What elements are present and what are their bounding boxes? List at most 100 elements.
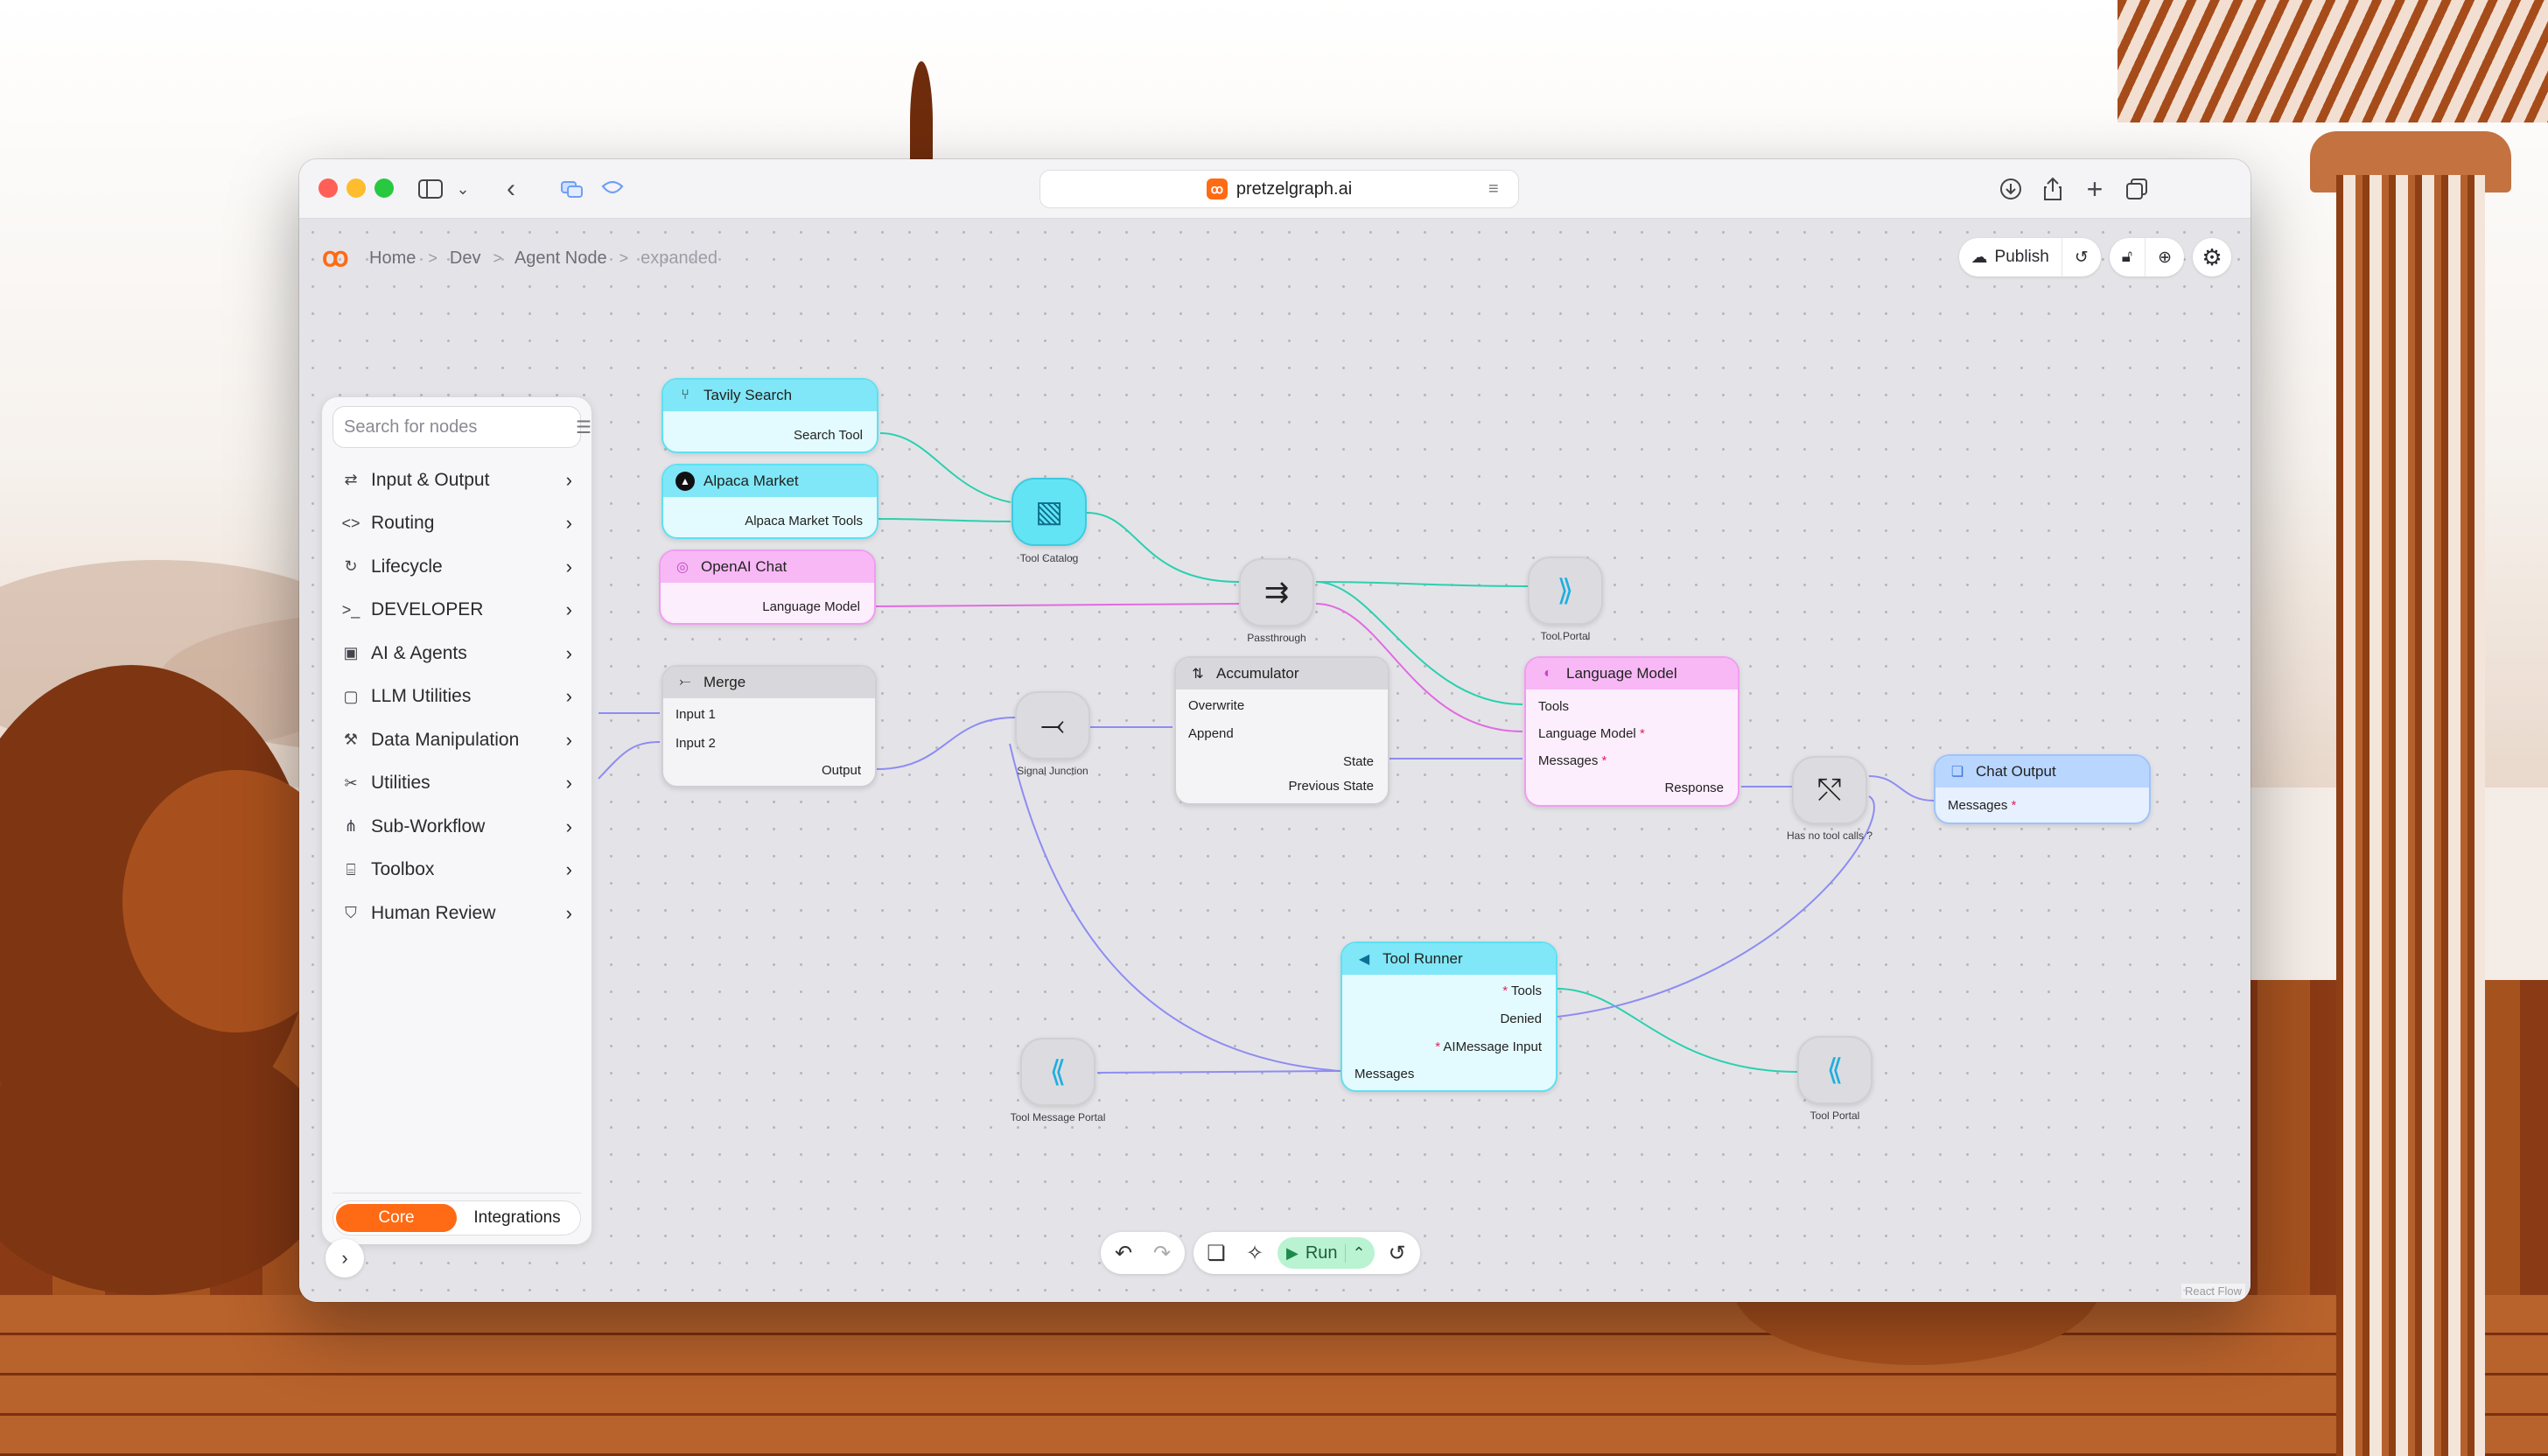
label-signal-junction: Signal Junction — [1017, 765, 1088, 777]
category-human-review[interactable]: ⛉ Human Review › — [332, 892, 581, 935]
bottom-toolbar: ↶ ↷ ❏ ✧ ▶ Run ⌃ ↺ — [1101, 1232, 1420, 1274]
chevron-right-icon: › — [565, 555, 572, 578]
maximize-window-button[interactable] — [374, 178, 394, 198]
node-accumulator[interactable]: ⇅ Accumulator Overwrite Append State Pre… — [1174, 656, 1390, 805]
download-icon[interactable] — [1997, 175, 2025, 203]
arrow-right-icon: ⇉ — [1264, 576, 1290, 609]
gear-icon: ⚙ — [2202, 243, 2222, 270]
redo-icon[interactable]: ↷ — [1146, 1237, 1178, 1269]
chevron-down-icon[interactable]: ⌄ — [453, 177, 472, 201]
node-tool-portal-bottom[interactable]: ⟪ — [1797, 1036, 1872, 1104]
sparkle-icon[interactable]: ✧ — [1239, 1237, 1270, 1269]
minimize-window-button[interactable] — [346, 178, 366, 198]
port-tools[interactable]: * Tools — [1502, 984, 1542, 998]
node-signal-junction[interactable]: ⤙ — [1015, 691, 1090, 760]
port-messages[interactable]: Messages — [1354, 1067, 1414, 1082]
chat-icon[interactable]: ❏ — [1200, 1237, 1232, 1269]
share-icon[interactable] — [2039, 175, 2067, 203]
node-tool-portal-top[interactable]: ⟫ — [1528, 556, 1603, 625]
run-button[interactable]: ▶ Run ⌃ — [1278, 1237, 1375, 1269]
node-passthrough[interactable]: ⇉ — [1239, 558, 1314, 626]
node-tool-catalog[interactable]: ▧ — [1012, 478, 1087, 546]
publish-button[interactable]: ☁ Publish — [1959, 238, 2062, 276]
privacy-shield-icon[interactable] — [598, 175, 626, 203]
category-utilities[interactable]: ✂ Utilities › — [332, 762, 581, 806]
filter-icon[interactable]: ☰ — [576, 416, 592, 438]
port-append[interactable]: Append — [1188, 726, 1234, 741]
tabs-overview-icon[interactable] — [2123, 175, 2151, 203]
port-input-1[interactable]: Input 1 — [676, 707, 716, 722]
merge-icon: ⤚ — [679, 675, 691, 690]
new-tab-icon[interactable]: + — [2081, 173, 2109, 205]
undo-icon[interactable]: ↶ — [1108, 1237, 1139, 1269]
node-chat-output[interactable]: ❏ Chat Output Messages * — [1934, 754, 2151, 824]
port-alpaca-market-tools[interactable]: Alpaca Market Tools — [745, 514, 863, 528]
tab-overview-icon[interactable] — [558, 175, 586, 203]
category-data-manipulation[interactable]: ⚒ Data Manipulation › — [332, 718, 581, 762]
port-messages[interactable]: Messages * — [1538, 753, 1606, 768]
port-messages[interactable]: Messages * — [1948, 798, 2016, 813]
port-search-tool[interactable]: Search Tool — [794, 428, 863, 443]
node-tool-runner[interactable]: ◀ Tool Runner * Tools Denied * AIMessage… — [1340, 942, 1558, 1092]
flow-canvas[interactable]: ꝏ Home > Dev > Agent Node > expanded ☁ P… — [299, 219, 2250, 1302]
address-bar[interactable]: ꝏ pretzelgraph.ai ≡ — [1040, 170, 1519, 208]
node-openai-chat[interactable]: ◎ OpenAI Chat Language Model — [659, 550, 876, 625]
node-alpaca-market[interactable]: ▲ Alpaca Market Alpaca Market Tools — [662, 464, 878, 539]
port-response[interactable]: Response — [1664, 780, 1724, 795]
browser-toolbar: ⌄ ‹ ꝏ pretzelgraph.ai ≡ + — [299, 159, 2250, 219]
back-button[interactable]: ‹ — [497, 174, 525, 203]
category-toolbox[interactable]: ⌸ Toolbox › — [332, 849, 581, 892]
category-ai-agents[interactable]: ▣ AI & Agents › — [332, 632, 581, 676]
node-has-no-tool-calls[interactable]: ⤲ — [1792, 756, 1867, 824]
port-language-model[interactable]: Language Model — [762, 599, 860, 614]
node-language-model[interactable]: ◐ Language Model Tools Language Model * … — [1524, 656, 1740, 807]
node-merge[interactable]: ⤚ Merge Input 1 Input 2 Output — [662, 665, 877, 788]
category-sub-workflow[interactable]: ⋔ Sub-Workflow › — [332, 805, 581, 849]
node-tavily-search[interactable]: ⑂ Tavily Search Search Tool — [662, 378, 878, 453]
port-language-model[interactable]: Language Model * — [1538, 726, 1645, 741]
reader-mode-icon[interactable]: ≡ — [1488, 179, 1508, 199]
port-overwrite[interactable]: Overwrite — [1188, 698, 1244, 713]
tab-core[interactable]: Core — [336, 1204, 457, 1232]
category-lifecycle[interactable]: ↻ Lifecycle › — [332, 545, 581, 589]
port-denied[interactable]: Denied — [1500, 1012, 1542, 1026]
breadcrumb-separator: > — [428, 248, 438, 267]
breadcrumb-home[interactable]: Home — [369, 248, 416, 269]
tab-integrations[interactable]: Integrations — [457, 1204, 578, 1232]
terminal-icon: >_ — [341, 600, 360, 619]
pretzel-logo-icon[interactable]: ꝏ — [322, 245, 357, 271]
expand-panel-button[interactable]: › — [326, 1239, 364, 1278]
port-previous-state[interactable]: Previous State — [1288, 779, 1374, 794]
chevron-up-icon[interactable]: ⌃ — [1344, 1243, 1366, 1263]
lock-button[interactable]: 🔓︎ — [2110, 238, 2145, 276]
port-input-2[interactable]: Input 2 — [676, 736, 716, 751]
port-tools[interactable]: Tools — [1538, 699, 1569, 714]
history-icon[interactable]: ↺ — [1382, 1237, 1413, 1269]
port-aimessage-input[interactable]: * AIMessage Input — [1435, 1040, 1542, 1054]
edge-toolrunner-toolportal — [1557, 988, 1798, 1073]
port-state[interactable]: State — [1343, 754, 1374, 769]
breadcrumb-current: expanded — [640, 248, 718, 268]
history-button[interactable]: ↺ — [2061, 238, 2101, 276]
category-developer[interactable]: >_ DEVELOPER › — [332, 589, 581, 633]
react-flow-attribution[interactable]: React Flow — [2180, 1284, 2245, 1298]
sidebar-toggle-icon[interactable] — [416, 175, 444, 203]
edge-passthrough-toolportal — [1315, 581, 1529, 587]
settings-button[interactable]: ⚙ — [2193, 238, 2231, 276]
portal-in-icon: ⟪ — [1049, 1055, 1067, 1088]
divider — [332, 1193, 581, 1194]
category-input-output[interactable]: ⇄ Input & Output › — [332, 458, 581, 502]
chevron-right-icon: › — [565, 512, 572, 535]
search-input[interactable] — [344, 416, 576, 438]
breadcrumb-agent-node[interactable]: Agent Node — [514, 248, 607, 269]
wand-icon: ⚒ — [343, 731, 359, 749]
port-output[interactable]: Output — [822, 763, 861, 778]
category-llm-utilities[interactable]: ▢ LLM Utilities › — [332, 676, 581, 719]
category-routing[interactable]: <> Routing › — [332, 502, 581, 546]
globe-button[interactable]: ⊕ — [2145, 238, 2184, 276]
alpaca-logo-icon: ▲ — [676, 472, 695, 491]
node-tool-message-portal[interactable]: ⟪ — [1020, 1038, 1096, 1106]
close-window-button[interactable] — [318, 178, 338, 198]
edge-merge-junction — [876, 717, 1016, 770]
breadcrumb-dev[interactable]: Dev — [450, 248, 481, 269]
